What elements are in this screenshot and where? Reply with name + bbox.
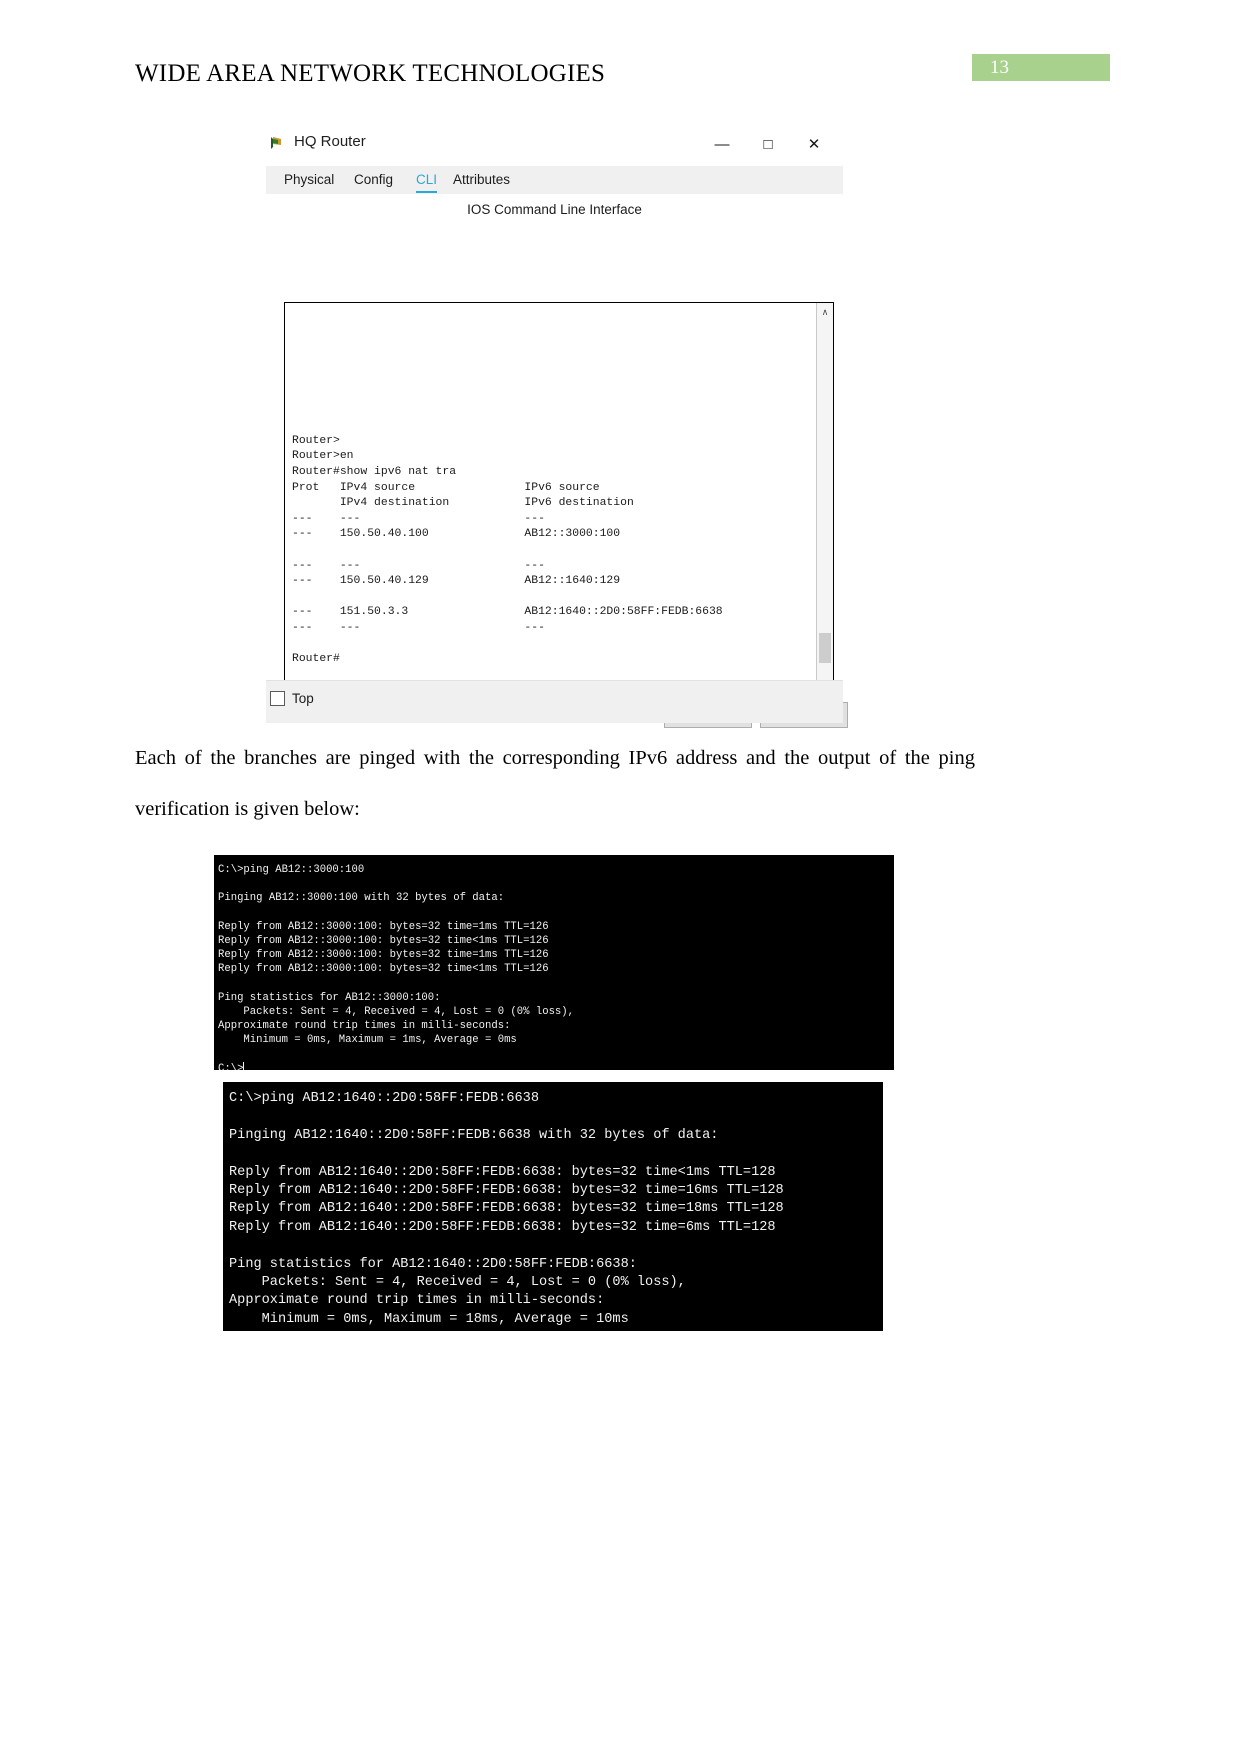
ping-console-first-text: C:\>ping AB12::3000:100 Pinging AB12::30… bbox=[218, 864, 575, 1070]
tab-physical[interactable]: Physical bbox=[284, 172, 334, 191]
top-checkbox-row[interactable]: Top bbox=[270, 691, 314, 706]
window-controls: — □ ✕ bbox=[699, 129, 837, 159]
cli-panel-title: IOS Command Line Interface bbox=[467, 202, 642, 217]
device-tabs: Physical Config CLI Attributes bbox=[266, 166, 843, 195]
tab-attributes[interactable]: Attributes bbox=[453, 172, 510, 191]
page-number-badge: 13 bbox=[972, 54, 1110, 81]
window-body: Physical Config CLI Attributes IOS Comma… bbox=[266, 166, 848, 728]
cli-terminal[interactable]: Router> Router>en Router#show ipv6 nat t… bbox=[284, 302, 834, 693]
window-title: HQ Router bbox=[294, 133, 366, 150]
top-checkbox-label: Top bbox=[292, 691, 314, 706]
tab-cli[interactable]: CLI bbox=[416, 172, 438, 193]
ping-console-first: C:\>ping AB12::3000:100 Pinging AB12::30… bbox=[214, 855, 894, 1070]
page-number-text: 13 bbox=[990, 57, 1009, 78]
scroll-up-icon[interactable]: ∧ bbox=[817, 304, 833, 320]
cli-output-text: Router> Router>en Router#show ipv6 nat t… bbox=[292, 434, 723, 666]
cli-scrollbar[interactable]: ∧ ∨ bbox=[816, 303, 833, 692]
packet-tracer-router-icon bbox=[268, 134, 286, 152]
window-titlebar: HQ Router — □ ✕ bbox=[258, 121, 843, 166]
scrollbar-thumb[interactable] bbox=[819, 633, 831, 663]
ping-console-second: C:\>ping AB12:1640::2D0:58FF:FEDB:6638 P… bbox=[223, 1082, 883, 1331]
cli-panel: IOS Command Line Interface Router> Route… bbox=[266, 194, 848, 728]
console-caret bbox=[243, 1061, 245, 1070]
minimize-icon[interactable]: — bbox=[699, 129, 745, 159]
document-header: WIDE AREA NETWORK TECHNOLOGIES 13 bbox=[0, 0, 1241, 110]
maximize-icon[interactable]: □ bbox=[745, 129, 791, 159]
close-icon[interactable]: ✕ bbox=[791, 129, 837, 159]
window-bottom-bar: Top bbox=[266, 680, 843, 723]
tab-config[interactable]: Config bbox=[354, 172, 393, 191]
top-checkbox[interactable] bbox=[270, 691, 285, 706]
body-paragraph: Each of the branches are pinged with the… bbox=[135, 747, 975, 820]
hq-router-window: HQ Router — □ ✕ Physical Config CLI Attr… bbox=[258, 121, 848, 728]
page-title: WIDE AREA NETWORK TECHNOLOGIES bbox=[135, 60, 606, 87]
